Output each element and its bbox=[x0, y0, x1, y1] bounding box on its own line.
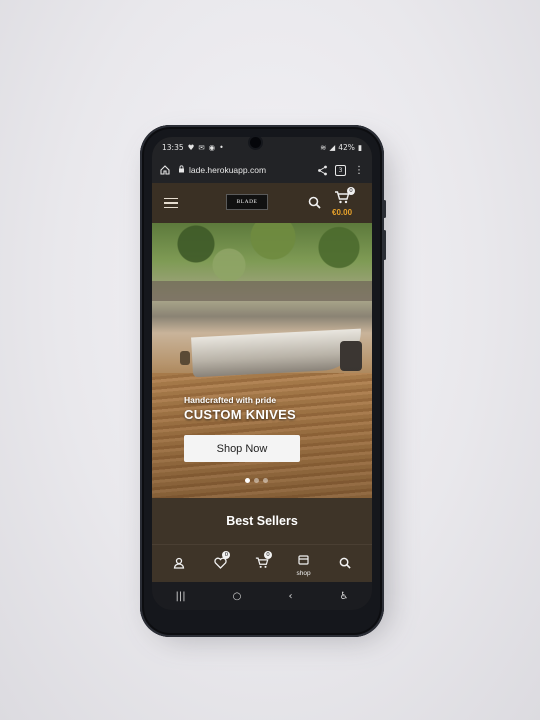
back-button[interactable]: ‹ bbox=[288, 591, 292, 602]
recent-apps-button[interactable]: ||| bbox=[176, 591, 186, 602]
battery-level: 42% bbox=[338, 142, 355, 152]
cart-badge: 0 bbox=[347, 187, 355, 195]
more-menu-icon[interactable]: ⋮ bbox=[352, 163, 366, 177]
user-icon bbox=[173, 554, 185, 573]
site-logo[interactable]: BLADE bbox=[226, 194, 268, 210]
home-button[interactable]: ○ bbox=[233, 591, 242, 602]
site-header: BLADE 0 €0.00 bbox=[152, 183, 372, 223]
front-camera bbox=[250, 137, 261, 148]
hero-banner[interactable]: Handcrafted with pride CUSTOM KNIVES Sho… bbox=[152, 223, 372, 498]
shop-label: shop bbox=[296, 570, 311, 577]
cart-nav-item[interactable]: 0 bbox=[249, 550, 275, 577]
share-icon[interactable] bbox=[315, 163, 329, 177]
cart-total: €0.00 bbox=[332, 208, 353, 217]
carousel-dot-3[interactable] bbox=[263, 478, 268, 483]
cart-icon[interactable]: 0 bbox=[334, 187, 355, 208]
hamburger-menu-icon[interactable] bbox=[164, 197, 178, 209]
phone-screen: 13:35 ♥ ✉ ◉ • ≋ ◢ 42% ▮ lade.herokuapp.c… bbox=[152, 137, 372, 610]
search-nav-item[interactable] bbox=[332, 551, 358, 577]
cart-nav-badge: 0 bbox=[263, 550, 272, 559]
lock-icon bbox=[178, 165, 185, 175]
search-icon bbox=[339, 554, 351, 573]
hero-headline: CUSTOM KNIVES bbox=[184, 407, 297, 422]
wifi-icon: ≋ bbox=[320, 142, 327, 152]
wishlist-badge: 0 bbox=[222, 550, 231, 559]
battery-icon: ▮ bbox=[357, 142, 362, 152]
power-button bbox=[383, 230, 386, 260]
notification-icon: ♥ bbox=[187, 142, 195, 152]
bottom-nav: 0 0 shop bbox=[152, 544, 372, 582]
status-bar: 13:35 ♥ ✉ ◉ • ≋ ◢ 42% ▮ bbox=[152, 137, 372, 157]
shop-icon bbox=[298, 550, 309, 569]
system-navigation: ||| ○ ‹ ♿ bbox=[152, 582, 372, 610]
shop-now-button[interactable]: Shop Now bbox=[184, 435, 300, 462]
address-bar[interactable]: lade.herokuapp.com bbox=[178, 161, 309, 179]
shop-nav-item[interactable]: shop bbox=[291, 551, 317, 577]
wishlist-nav-item[interactable]: 0 bbox=[207, 550, 233, 577]
carousel-dot-2[interactable] bbox=[254, 478, 259, 483]
carousel-dots bbox=[245, 478, 268, 483]
clock: 13:35 bbox=[162, 142, 184, 152]
home-icon[interactable] bbox=[158, 163, 172, 177]
search-icon[interactable] bbox=[308, 194, 321, 213]
logo-text: BLADE bbox=[236, 199, 258, 205]
carousel-dot-1[interactable] bbox=[245, 478, 250, 483]
url-text: lade.herokuapp.com bbox=[189, 165, 267, 175]
hero-tagline: Handcrafted with pride bbox=[184, 395, 277, 405]
tab-count: 3 bbox=[338, 166, 343, 174]
email-icon: ✉ bbox=[198, 142, 205, 152]
dot-icon: • bbox=[219, 142, 224, 152]
section-title: Best Sellers bbox=[152, 498, 372, 544]
browser-toolbar: lade.herokuapp.com 3 ⋮ bbox=[152, 157, 372, 183]
signal-icon: ◢ bbox=[329, 142, 336, 152]
volume-button bbox=[383, 200, 386, 218]
whatsapp-icon: ◉ bbox=[208, 142, 216, 152]
accessibility-button[interactable]: ♿ bbox=[340, 591, 349, 602]
tabs-icon[interactable]: 3 bbox=[335, 164, 346, 176]
account-nav-item[interactable] bbox=[166, 551, 192, 577]
